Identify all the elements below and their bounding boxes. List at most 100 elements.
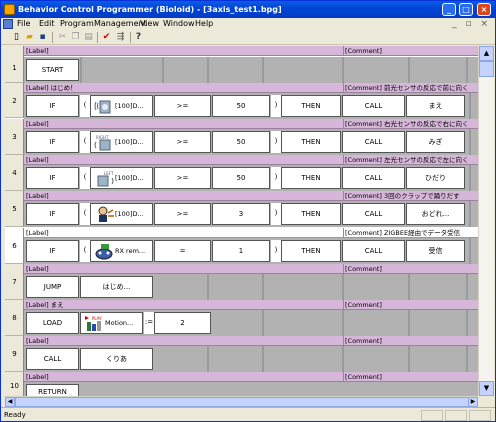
cell-command[interactable]: RETURN — [26, 384, 79, 396]
label-field[interactable]: [Label] はじめ！ — [24, 83, 343, 93]
label-field[interactable]: [Label] — [24, 46, 343, 56]
row-header[interactable]: 3 — [5, 119, 24, 155]
row-header[interactable]: 5 — [5, 191, 24, 227]
cell-then[interactable]: THEN — [281, 240, 341, 262]
cell-command[interactable]: JUMP — [26, 276, 79, 298]
cell-command[interactable]: START — [26, 59, 79, 81]
row-header[interactable]: 7 — [5, 264, 24, 300]
label-field[interactable]: [Label] — [24, 191, 343, 201]
menu-file[interactable]: File — [17, 18, 30, 30]
cell-value[interactable]: 1 — [212, 240, 270, 262]
cell-command[interactable]: CALL — [26, 348, 79, 370]
close-button[interactable]: × — [477, 3, 491, 16]
menu-program[interactable]: Program — [60, 18, 94, 30]
comment-field[interactable]: [Comment] — [343, 46, 478, 56]
cell-value[interactable]: 2 — [154, 312, 211, 334]
cell-operator[interactable]: >= — [154, 167, 211, 189]
label-field[interactable]: [Label] — [24, 264, 343, 274]
menu-view[interactable]: View — [140, 18, 159, 30]
cell-target[interactable]: はじめ... — [80, 276, 153, 298]
mdi-controls[interactable]: _ ▫ × — [452, 18, 491, 30]
cell-target[interactable]: みぎ — [406, 131, 465, 153]
cell-operator[interactable]: >= — [154, 203, 211, 225]
menu-edit[interactable]: Edit — [39, 18, 55, 30]
cell-then[interactable]: THEN — [281, 203, 341, 225]
comment-field[interactable]: [Comment] — [343, 300, 478, 310]
title-bar[interactable]: Behavior Control Programmer (Bioloid) - … — [1, 1, 495, 18]
vertical-scrollbar[interactable]: ▲ ▼ — [478, 46, 494, 396]
cell-operator[interactable]: = — [154, 240, 211, 262]
row-header[interactable]: 2 — [5, 83, 24, 118]
new-file-icon[interactable]: ▯ — [11, 32, 22, 43]
cell-value[interactable]: 50 — [212, 95, 270, 117]
document-icon[interactable] — [3, 19, 13, 29]
cell-then[interactable]: THEN — [281, 167, 341, 189]
help-icon[interactable]: ? — [133, 32, 144, 43]
comment-field[interactable]: [Comment] 右光センサの反応で右に向く — [343, 119, 478, 129]
menu-window[interactable]: Window — [163, 18, 195, 30]
row-header[interactable]: 8 — [5, 300, 24, 336]
cell-target[interactable]: くりあ — [80, 348, 153, 370]
copy-icon[interactable]: ❐ — [70, 32, 81, 43]
cell-action[interactable]: CALL — [342, 131, 405, 153]
comment-field[interactable]: [Comment] 左光センサの反応で左に向く — [343, 155, 478, 165]
cell-sensor[interactable]: RX rem... — [90, 240, 153, 262]
cell-target[interactable]: 受信 — [406, 240, 465, 262]
comment-field[interactable]: [Comment] ZIGBEE経由でデータ受信 — [343, 228, 478, 238]
cell-command[interactable]: IF — [26, 131, 79, 153]
label-field[interactable]: [Label] — [24, 119, 343, 129]
check-icon[interactable]: ✔ — [101, 32, 112, 43]
cell-action[interactable]: CALL — [342, 167, 405, 189]
row-header[interactable]: 1 — [5, 46, 24, 83]
cell-sensor[interactable]: RIGHT [100]D... — [90, 131, 153, 153]
cell-command[interactable]: IF — [26, 240, 79, 262]
cell-operator[interactable]: >= — [154, 95, 211, 117]
label-field[interactable]: [Label] — [24, 336, 343, 346]
menu-help[interactable]: Help — [195, 18, 213, 30]
save-icon[interactable]: ▪ — [37, 32, 48, 43]
maximize-button[interactable]: □ — [459, 3, 473, 16]
row-header[interactable]: 9 — [5, 336, 24, 372]
cell-value[interactable]: 3 — [212, 203, 270, 225]
cell-target[interactable]: おどれ... — [406, 203, 465, 225]
cell-then[interactable]: THEN — [281, 131, 341, 153]
cut-icon[interactable]: ✂ — [57, 32, 68, 43]
cell-command[interactable]: IF — [26, 203, 79, 225]
cell-sensor[interactable]: [100]D... — [90, 95, 153, 117]
cell-then[interactable]: THEN — [281, 95, 341, 117]
cell-action[interactable]: CALL — [342, 95, 405, 117]
comment-field[interactable]: [Comment] — [343, 372, 478, 382]
scroll-up-icon[interactable]: ▲ — [479, 46, 494, 61]
cell-sensor[interactable]: LEFT [100]D... — [90, 167, 153, 189]
cell-value[interactable]: 50 — [212, 131, 270, 153]
label-field[interactable]: [Label] — [24, 228, 343, 238]
open-folder-icon[interactable]: ▰ — [24, 32, 35, 43]
scroll-down-icon[interactable]: ▼ — [479, 381, 494, 396]
row-header-selected[interactable]: 6 — [5, 228, 24, 264]
cell-operator[interactable]: >= — [154, 131, 211, 153]
horizontal-scrollbar[interactable]: ◀ ▶ — [5, 396, 478, 407]
cell-action[interactable]: CALL — [342, 203, 405, 225]
comment-field[interactable]: [Comment] — [343, 264, 478, 274]
cell-motion[interactable]: PLAY Motion... — [80, 312, 143, 334]
menu-management[interactable]: Management — [94, 18, 147, 30]
cell-command[interactable]: IF — [26, 167, 79, 189]
scroll-left-icon[interactable]: ◀ — [5, 397, 15, 407]
minimize-button[interactable]: _ — [442, 3, 456, 16]
cell-target[interactable]: ひだり — [406, 167, 465, 189]
scroll-thumb[interactable] — [479, 61, 494, 77]
scroll-right-icon[interactable]: ▶ — [468, 397, 478, 407]
cell-target[interactable]: まえ — [406, 95, 465, 117]
cell-sensor[interactable]: [100]D... — [90, 203, 153, 225]
cell-command[interactable]: LOAD — [26, 312, 79, 334]
comment-field[interactable]: [Comment] — [343, 336, 478, 346]
row-header[interactable]: 10 — [5, 372, 24, 396]
cell-command[interactable]: IF — [26, 95, 79, 117]
cell-value[interactable]: 50 — [212, 167, 270, 189]
paste-icon[interactable]: ▤ — [83, 32, 94, 43]
comment-field[interactable]: [Comment] 3回のクラップで踊りだす — [343, 191, 478, 201]
label-field[interactable]: [Label] — [24, 155, 343, 165]
label-field[interactable]: [Label] まえ — [24, 300, 343, 310]
comment-field[interactable]: [Comment] 前光センサの反応で前に向く — [343, 83, 478, 93]
row-header[interactable]: 4 — [5, 155, 24, 191]
